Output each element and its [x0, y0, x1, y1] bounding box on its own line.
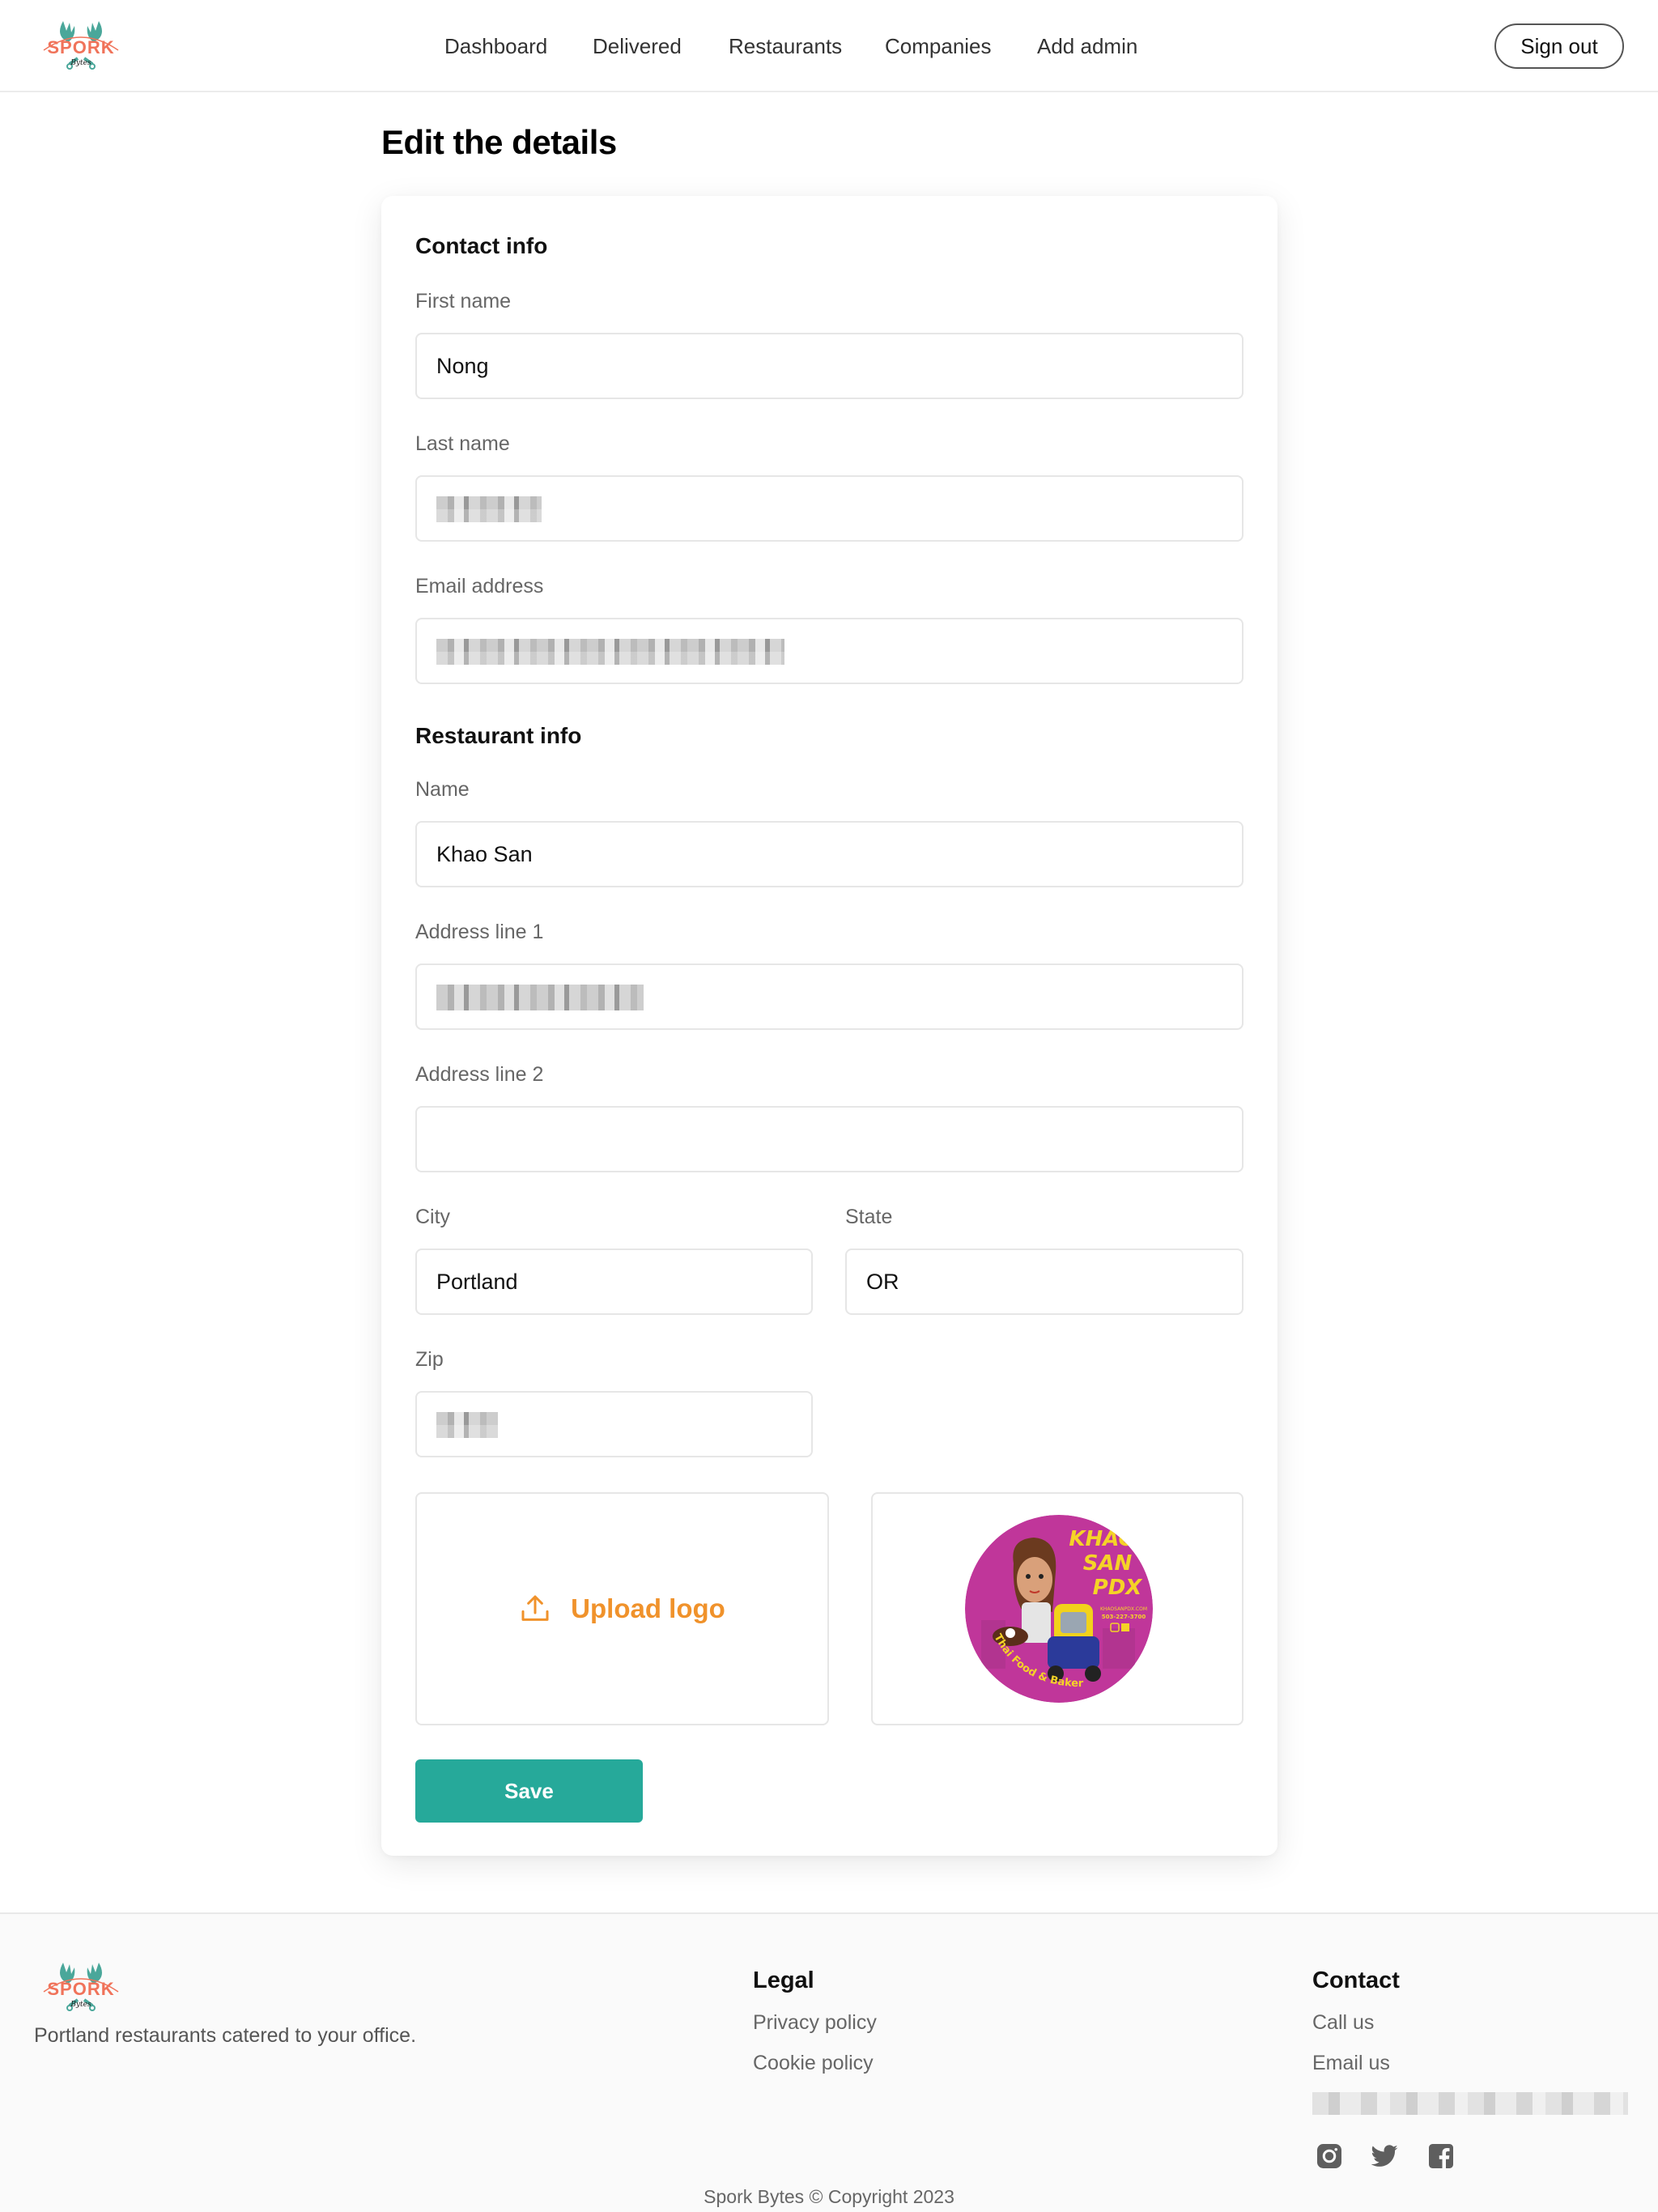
logo-title-line-3: PDX: [1093, 1576, 1144, 1600]
zip-label: Zip: [415, 1348, 444, 1371]
restaurant-name-input[interactable]: [415, 821, 1244, 887]
last-name-input[interactable]: [415, 475, 1244, 542]
edit-details-card: Contact info First name Last name Email …: [381, 196, 1278, 1856]
address-line-1-input[interactable]: [415, 963, 1244, 1030]
save-button[interactable]: Save: [415, 1759, 643, 1823]
logo-phone: 503-227-3700: [1102, 1614, 1146, 1620]
upload-icon: [521, 1595, 549, 1621]
restaurant-info-heading: Restaurant info: [415, 723, 582, 748]
redacted-contact-email: [1312, 2092, 1628, 2115]
cookie-policy-link[interactable]: Cookie policy: [753, 2052, 874, 2075]
logo-website: KHAOSANPDX.COM: [1100, 1606, 1147, 1612]
last-name-label: Last name: [415, 432, 510, 455]
svg-text:SPORK: SPORK: [47, 1979, 114, 1999]
nav-dashboard[interactable]: Dashboard: [444, 32, 547, 60]
twitter-icon[interactable]: [1370, 2141, 1399, 2172]
svg-text:Bytes: Bytes: [70, 2001, 91, 2009]
contact-info-heading: Contact info: [415, 233, 548, 258]
footer-tagline: Portland restaurants catered to your off…: [34, 2024, 417, 2047]
logo-title-line-2: SAN: [1083, 1551, 1133, 1576]
state-label: State: [845, 1206, 893, 1228]
privacy-policy-link[interactable]: Privacy policy: [753, 2011, 877, 2035]
first-name-input[interactable]: [415, 333, 1244, 399]
upload-logo-button[interactable]: Upload logo: [415, 1492, 829, 1725]
contact-heading: Contact: [1312, 1967, 1400, 1993]
address-line-2-input[interactable]: [415, 1106, 1244, 1172]
restaurant-name-label: Name: [415, 778, 470, 801]
logo-title-line-1: KHAO: [1069, 1527, 1136, 1551]
email-input[interactable]: [415, 618, 1244, 684]
nav-restaurants[interactable]: Restaurants: [729, 32, 842, 60]
address-line-1-label: Address line 1: [415, 921, 544, 943]
facebook-icon[interactable]: [1426, 2141, 1456, 2172]
call-us-link[interactable]: Call us: [1312, 2011, 1374, 2035]
sign-out-button[interactable]: Sign out: [1494, 23, 1624, 69]
first-name-label: First name: [415, 290, 512, 313]
state-input[interactable]: [845, 1249, 1244, 1315]
restaurant-logo-preview: KHAO SAN PDX KHAOSANPDX.COM 503-227-3700…: [965, 1515, 1153, 1703]
redacted-zip: [436, 1412, 498, 1438]
zip-input[interactable]: [415, 1391, 813, 1457]
legal-heading: Legal: [753, 1967, 814, 1993]
nav-companies[interactable]: Companies: [885, 32, 992, 60]
nav-add-admin[interactable]: Add admin: [1037, 32, 1137, 60]
address-line-2-label: Address line 2: [415, 1063, 544, 1086]
footer: SPORK Bytes Portland restaurants catered…: [0, 1912, 1658, 2212]
page-title: Edit the details: [381, 123, 617, 161]
city-input[interactable]: [415, 1249, 813, 1315]
redacted-email: [436, 639, 784, 665]
email-label: Email address: [415, 575, 544, 598]
footer-spork-bytes-logo[interactable]: SPORK Bytes: [39, 1959, 123, 2013]
logo-preview-box: KHAO SAN PDX KHAOSANPDX.COM 503-227-3700…: [871, 1492, 1244, 1725]
nav-delivered[interactable]: Delivered: [593, 32, 682, 60]
redacted-address: [436, 985, 644, 1010]
email-us-link[interactable]: Email us: [1312, 2052, 1390, 2075]
main-nav: Dashboard Delivered Restaurants Companie…: [0, 0, 1658, 92]
city-label: City: [415, 1206, 451, 1228]
top-navbar: SPORK Bytes Dashboard Delivered Restaura…: [0, 0, 1658, 92]
instagram-icon[interactable]: [1315, 2141, 1344, 2172]
copyright: Spork Bytes © Copyright 2023: [704, 2186, 954, 2207]
redacted-last-name: [436, 496, 542, 522]
upload-logo-label: Upload logo: [571, 1593, 725, 1623]
